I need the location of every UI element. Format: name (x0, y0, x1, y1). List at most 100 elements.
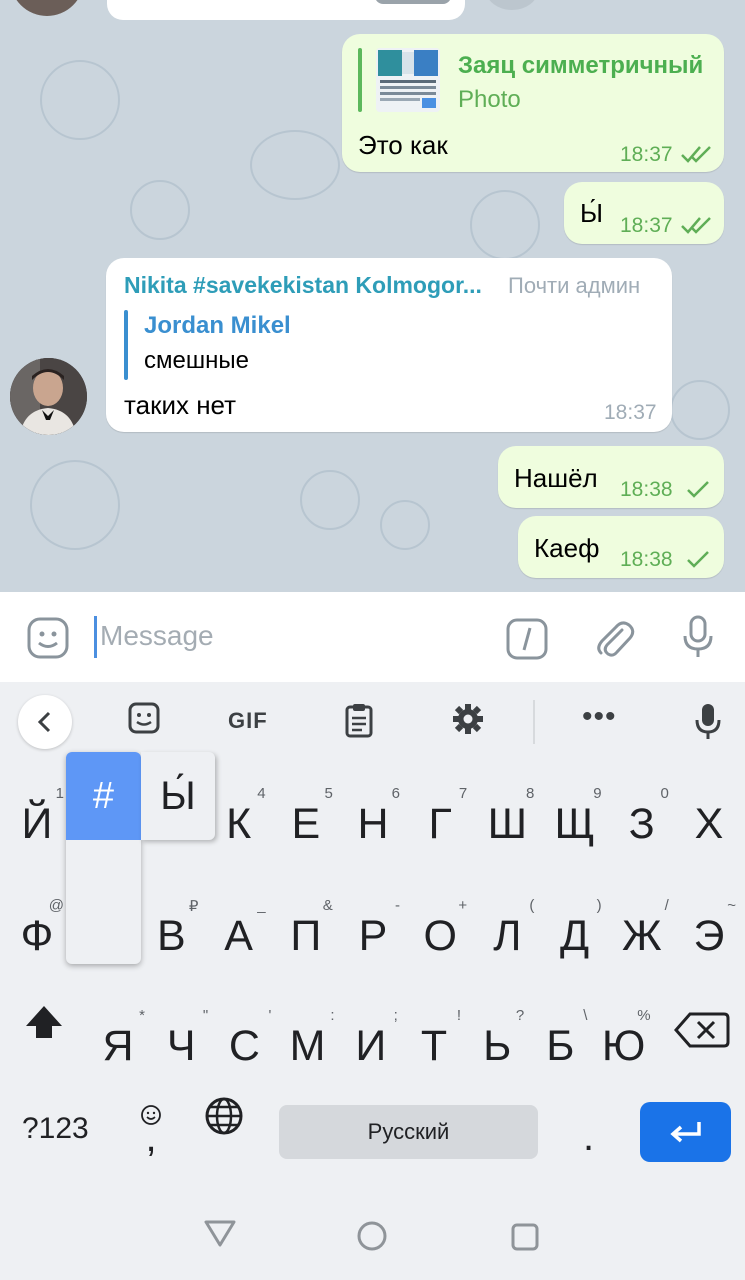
mic-icon[interactable] (680, 614, 716, 660)
key[interactable]: \ Б (527, 992, 593, 1092)
key[interactable]: " Ч (148, 992, 214, 1092)
key-label: А (224, 912, 253, 960)
key[interactable]: :М (275, 992, 341, 1092)
period-key[interactable]: . (583, 1115, 594, 1160)
wallpaper-doodle (670, 380, 730, 440)
key[interactable]: + О (407, 882, 473, 982)
sender-name[interactable]: Nikita #savekekistan Kolmogor... (124, 272, 482, 299)
comma-label: , (145, 1116, 157, 1160)
shift-key[interactable] (14, 992, 74, 1072)
key-label: Ф (20, 912, 54, 960)
key-label: Г (428, 800, 452, 848)
message-text: Каеф (534, 533, 600, 563)
key-label: Д (560, 912, 590, 960)
previous-message-bubble[interactable] (107, 0, 465, 20)
recents-nav-icon[interactable] (510, 1222, 540, 1252)
back-nav-icon[interactable] (203, 1218, 237, 1248)
reply-bar (124, 310, 128, 380)
comma-key[interactable]: , (136, 1092, 170, 1162)
key-label: Э (693, 912, 725, 960)
enter-key[interactable] (640, 1102, 731, 1162)
check-icon (687, 551, 709, 568)
wallpaper-doodle (30, 460, 120, 550)
key[interactable]: % Ю (591, 992, 657, 1092)
sender-badge: Почти админ (508, 273, 641, 298)
reply-subtitle: Photo (458, 86, 521, 113)
key[interactable]: 4К (206, 770, 272, 870)
check-icon (687, 481, 709, 498)
wallpaper-doodle (470, 190, 540, 260)
avatar[interactable] (10, 358, 87, 435)
key[interactable]: * Я (85, 992, 151, 1092)
toolbar-divider (533, 700, 535, 744)
wallpaper-doodle (130, 180, 190, 240)
key-label: О (423, 912, 457, 960)
sticker-icon[interactable] (128, 702, 160, 734)
back-button[interactable] (18, 695, 72, 749)
key-label: Т (420, 1022, 448, 1070)
key[interactable]: ₽ В (138, 882, 204, 982)
clipboard-icon[interactable] (344, 702, 374, 738)
key[interactable]: Х (676, 770, 742, 870)
message-bubble-outgoing[interactable]: Нашёл 18:38 (498, 446, 724, 508)
key-label: Й (21, 800, 53, 848)
space-key[interactable]: Русский (279, 1105, 538, 1159)
key-label: Ж (621, 912, 662, 960)
message-time: 18:37 (620, 143, 673, 166)
key[interactable]: @ Ф (4, 882, 70, 982)
symbols-key[interactable]: ?123 (22, 1112, 89, 1146)
message-bubble-incoming[interactable]: Nikita #savekekistan Kolmogor... Почти а… (106, 258, 672, 432)
avatar-partial[interactable] (10, 0, 84, 16)
gif-icon[interactable]: GIF (228, 708, 268, 734)
key[interactable]: _ А (206, 882, 272, 982)
key[interactable]: ' С (211, 992, 277, 1092)
key[interactable]: 5Е (273, 770, 339, 870)
popup-option-alt[interactable]: Ы́ (141, 752, 215, 840)
key[interactable]: ~ Э (676, 882, 742, 982)
globe-icon[interactable] (203, 1095, 245, 1137)
scroll-indicator (486, 0, 538, 10)
bot-command-icon[interactable] (506, 618, 548, 660)
key[interactable]: ? Ь (464, 992, 530, 1092)
message-time: 18:37 (604, 401, 657, 424)
key-label: С (228, 1022, 260, 1070)
key[interactable]: ) Д (542, 882, 608, 982)
key[interactable]: 9Щ (542, 770, 608, 870)
message-input-bar: Message (0, 592, 745, 682)
message-bubble-outgoing[interactable]: Каеф 18:38 (518, 516, 724, 578)
popup-option-hash[interactable]: # (66, 752, 141, 840)
key[interactable]: & П (273, 882, 339, 982)
sticker-icon[interactable] (26, 616, 70, 660)
text-cursor (94, 616, 97, 658)
home-nav-icon[interactable] (356, 1220, 388, 1252)
key[interactable]: 6Н (340, 770, 406, 870)
key[interactable]: / Ж (609, 882, 675, 982)
message-time: 18:37 (620, 214, 673, 237)
more-icon[interactable]: ••• (582, 700, 617, 734)
key[interactable]: 1Й (4, 770, 70, 870)
message-bubble-outgoing[interactable]: Ы́ 18:37 (564, 182, 724, 244)
message-input[interactable]: Message (100, 620, 214, 652)
back-icon (37, 711, 51, 733)
backspace-key[interactable] (672, 1000, 732, 1060)
key[interactable]: ! Т (401, 992, 467, 1092)
message-bubble-outgoing[interactable]: Заяц симметричный Photo Это как 18:37 (342, 34, 724, 172)
message-time: 18:38 (620, 548, 673, 571)
key[interactable]: 8Ш (474, 770, 540, 870)
key-label: Ь (483, 1022, 512, 1070)
key-label: Л (493, 912, 522, 960)
reply-sender-name: Заяц симметричный (458, 52, 704, 79)
chat-area[interactable]: Заяц симметричный Photo Это как 18:37 Ы́… (0, 0, 745, 592)
settings-icon[interactable] (451, 702, 485, 736)
key[interactable]: (Л (474, 882, 540, 982)
key-label: Ч (166, 1022, 196, 1070)
attach-icon[interactable] (592, 616, 636, 660)
wallpaper-doodle (40, 60, 120, 140)
key[interactable]: 7Г (407, 770, 473, 870)
key[interactable]: ; И (338, 992, 404, 1092)
key[interactable]: 0З (609, 770, 675, 870)
mic-icon[interactable] (694, 702, 722, 742)
key-label: Х (694, 800, 724, 848)
key[interactable]: -Р (340, 882, 406, 982)
key-label: Р (358, 912, 388, 960)
